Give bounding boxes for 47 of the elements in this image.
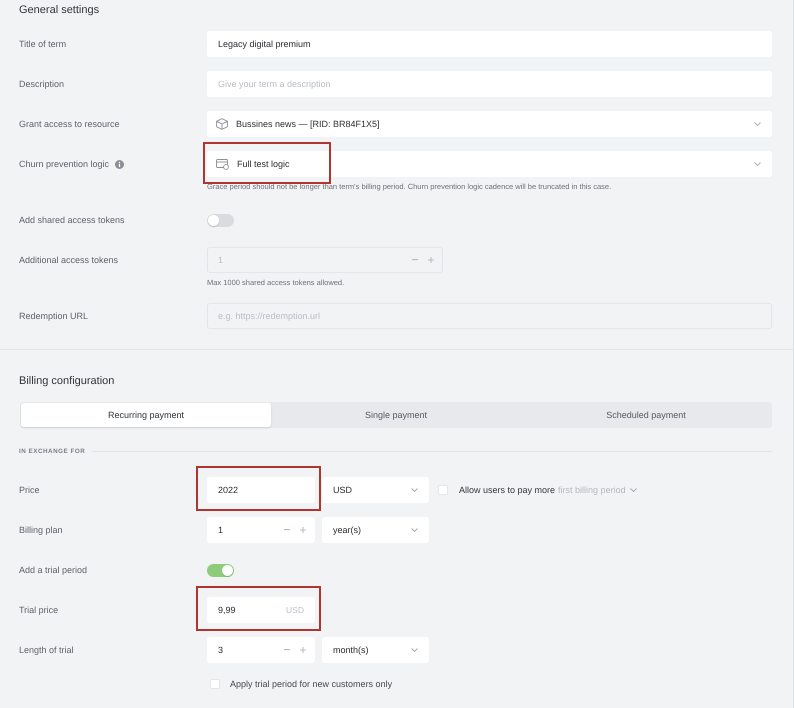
chevron-icon (754, 162, 761, 166)
field-label: Add a trial period (19, 565, 88, 575)
field-label: Grant access to resource (19, 119, 120, 129)
card-icon (216, 158, 229, 170)
field-label: Title of term (19, 39, 66, 49)
payment-tab[interactable]: Single payment (271, 403, 521, 427)
field-label: Length of trial (19, 645, 74, 655)
input-field[interactable]: Legacy digital premium (207, 31, 772, 57)
toggle-switch[interactable] (207, 564, 234, 576)
currency-select[interactable]: USD (322, 477, 429, 503)
currency-suffix: USD (286, 605, 304, 615)
plus-icon[interactable] (300, 527, 306, 533)
cube-icon (216, 118, 228, 130)
plus-icon[interactable] (300, 647, 306, 653)
chevron-icon (754, 122, 761, 126)
minus-icon[interactable] (284, 649, 290, 651)
chevron-icon (411, 648, 418, 652)
select-field[interactable]: Full test logic (207, 151, 772, 177)
unit-select[interactable]: month(s) (322, 637, 429, 663)
field-label: Add shared access tokens (19, 215, 125, 225)
checkbox[interactable] (210, 679, 220, 689)
field-label: Churn prevention logic (19, 159, 110, 169)
chevron-icon (411, 528, 418, 532)
chevron-icon (630, 488, 637, 492)
toggle-switch[interactable] (207, 214, 234, 226)
unit-select[interactable]: year(s) (322, 517, 429, 543)
chevron-icon (411, 488, 418, 492)
field-label: Trial price (19, 605, 58, 615)
checkbox-label: Allow users to pay more (459, 485, 556, 495)
number-stepper[interactable]: 3 (207, 637, 315, 663)
minus-icon[interactable] (284, 529, 290, 531)
field-label: Redemption URL (19, 311, 88, 321)
field-label: Description (19, 79, 64, 89)
checkbox[interactable] (438, 485, 448, 495)
info-icon[interactable] (115, 160, 124, 168)
trial-price-input[interactable]: 9,99 USD (207, 597, 315, 623)
select-field[interactable]: Bussines news — [RID: BR84F1X5] (207, 111, 772, 137)
payment-tab[interactable]: Scheduled payment (521, 403, 771, 427)
field-label: Additional access tokens (19, 255, 118, 265)
checkbox-label: Apply trial period for new customers only (230, 679, 392, 689)
number-stepper[interactable]: 1 (207, 517, 315, 543)
field-label: Price (19, 485, 40, 495)
field-label: Billing plan (19, 525, 63, 535)
section-heading: General settings (19, 3, 100, 17)
price-input[interactable]: 2022 (207, 477, 315, 503)
payment-tab[interactable]: Recurring payment (21, 403, 271, 427)
section-heading: Billing configuration (19, 374, 114, 388)
